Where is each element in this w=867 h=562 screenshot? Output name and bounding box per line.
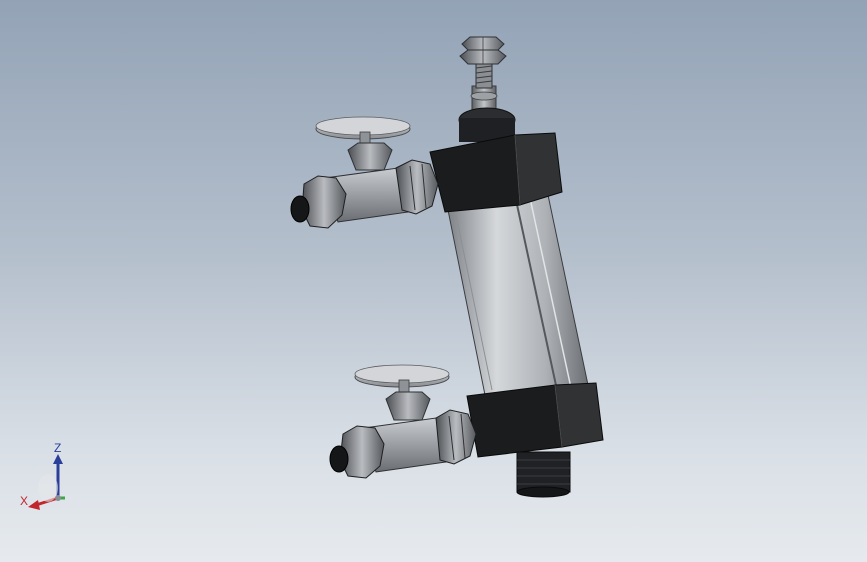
graphics-viewport[interactable]: Z X (0, 0, 867, 562)
triad-origin (55, 495, 61, 501)
rod-lock-nut[interactable] (459, 36, 507, 65)
piston-rod[interactable] (470, 57, 498, 117)
orientation-triad[interactable]: Z X (14, 438, 84, 518)
rear-port-fitting[interactable] (516, 451, 571, 498)
flow-control-valve-top[interactable] (290, 116, 439, 229)
rear-end-cap[interactable] (466, 382, 604, 458)
flow-control-valve-bottom[interactable] (329, 364, 477, 479)
front-end-cap[interactable] (429, 107, 563, 213)
x-axis-arrow (28, 500, 40, 510)
cad-model-view[interactable] (0, 0, 867, 562)
triad-plane (38, 474, 58, 502)
z-axis-label: Z (54, 441, 62, 455)
x-axis-label: X (20, 494, 29, 508)
z-axis-arrow (53, 454, 63, 464)
pneumatic-cylinder[interactable] (446, 194, 589, 396)
